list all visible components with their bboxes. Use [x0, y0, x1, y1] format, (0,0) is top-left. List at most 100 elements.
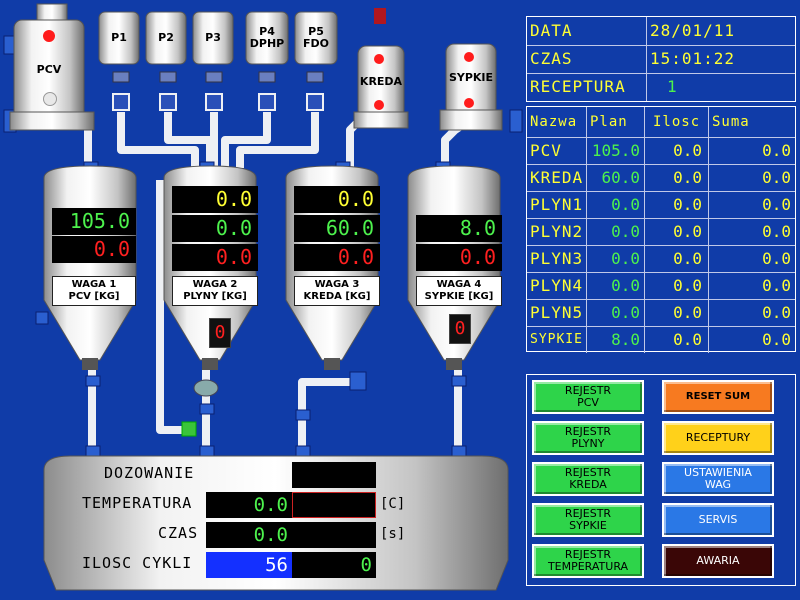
row-ilosc: 0.0: [645, 191, 709, 218]
scale-2-value-top: 0.0: [172, 186, 258, 213]
scale-3-value-top: 0.0: [294, 186, 380, 213]
row-plan: 0.0: [587, 191, 645, 218]
row-ilosc: 0.0: [645, 326, 709, 353]
table-row: SYPKIE 8.0 0.0 0.0: [527, 326, 795, 353]
row-ilosc: 0.0: [645, 137, 709, 164]
awaria-button[interactable]: AWARIA: [662, 544, 774, 578]
table-row: PCV 105.0 0.0 0.0: [527, 137, 795, 165]
czas-setpoint[interactable]: [292, 522, 376, 548]
pcv-level-indicator: [43, 92, 57, 106]
row-name: PCV: [527, 137, 587, 164]
row-ilosc: 0.0: [645, 245, 709, 272]
info-panel: DATA 28/01/11 CZAS 15:01:22 RECEPTURA 1: [526, 16, 796, 102]
row-suma: 0.0: [762, 249, 791, 268]
hopper-pcv-label: PCV: [36, 63, 62, 76]
row-plan: 0.0: [587, 218, 645, 245]
row-suma: 0.0: [762, 303, 791, 322]
table-header: Nazwa Plan Ilosc Suma: [527, 107, 795, 138]
kreda-status-indicator: [374, 54, 384, 64]
row-name: PLYN1: [527, 191, 587, 218]
hopper-p1-label: P1: [111, 31, 127, 44]
recipe-table: Nazwa Plan Ilosc Suma PCV 105.0 0.0 0.0 KRED…: [526, 106, 796, 353]
row-name: PLYN2: [527, 218, 587, 245]
col-header-nazwa: Nazwa: [527, 107, 587, 137]
table-row: PLYN2 0.0 0.0 0.0: [527, 218, 795, 246]
scale-1-weight: 105.0: [52, 208, 136, 235]
hopper-p5-label: P5 FDO: [303, 25, 329, 50]
date-label: DATA: [527, 17, 647, 45]
receptury-button[interactable]: RECEPTURY: [662, 421, 774, 455]
temperatura-unit: [C]: [380, 496, 406, 512]
dozowanie-label: DOZOWANIE: [104, 464, 195, 482]
date-value: 28/01/11: [650, 21, 736, 40]
dozowanie-display: [292, 462, 376, 488]
hopper-p2-label: P2: [158, 31, 174, 44]
time-value: 15:01:22: [650, 49, 736, 68]
scale-1-label: WAGA 1 PCV [KG]: [52, 276, 136, 306]
table-row: PLYN5 0.0 0.0 0.0: [527, 299, 795, 327]
rejestr-sypkie-button[interactable]: REJESTR SYPKIE: [532, 503, 644, 537]
row-plan: 8.0: [587, 326, 645, 353]
scale-4-setpoint: 0.0: [416, 244, 502, 271]
temperatura-label: TEMPERATURA: [82, 494, 193, 512]
row-suma: 0.0: [762, 276, 791, 295]
hopper-p3-label: P3: [205, 31, 221, 44]
time-label: CZAS: [527, 45, 647, 73]
table-row: PLYN4 0.0 0.0 0.0: [527, 272, 795, 300]
row-suma: 0.0: [762, 222, 791, 241]
row-plan: 105.0: [587, 137, 645, 164]
row-name: SYPKIE: [527, 326, 587, 353]
table-row: PLYN3 0.0 0.0 0.0: [527, 245, 795, 273]
row-suma: 0.0: [762, 141, 791, 160]
scale-1-setpoint: 0.0: [52, 236, 136, 263]
czas-label: CZAS: [158, 524, 199, 542]
czas-unit: [s]: [380, 526, 406, 542]
czas-value: 0.0: [206, 522, 292, 548]
row-plan: 60.0: [587, 164, 645, 191]
rejestr-plyny-button[interactable]: REJESTR PLYNY: [532, 421, 644, 455]
scale-3-label: WAGA 3 KREDA [KG]: [294, 276, 380, 306]
hopper-p4-label: P4 DPHP: [249, 25, 285, 50]
row-name: PLYN3: [527, 245, 587, 272]
scale-4-label: WAGA 4 SYPKIE [KG]: [416, 276, 502, 306]
temperatura-value: 0.0: [206, 492, 292, 518]
cykle-label: ILOSC CYKLI: [82, 554, 193, 572]
row-plan: 0.0: [587, 245, 645, 272]
kreda-level-indicator: [374, 100, 384, 110]
hopper-sypkie-label: SYPKIE: [448, 71, 494, 84]
row-suma: 0.0: [762, 330, 791, 349]
row-name: KREDA: [527, 164, 587, 191]
rejestr-temperatura-button[interactable]: REJESTR TEMPERATURA: [532, 544, 644, 578]
table-row: PLYN1 0.0 0.0 0.0: [527, 191, 795, 219]
sypkie-status-indicator: [464, 52, 474, 62]
col-header-ilosc: Ilosc: [645, 107, 709, 137]
scale-2-weight: 0.0: [172, 215, 258, 242]
temperatura-setpoint[interactable]: [292, 492, 376, 518]
row-name: PLYN5: [527, 299, 587, 326]
scale-2-counter: 0: [209, 318, 231, 348]
row-ilosc: 0.0: [645, 164, 709, 191]
recipe-label: RECEPTURA: [527, 73, 647, 101]
row-suma: 0.0: [762, 195, 791, 214]
scale-3-setpoint: 0.0: [294, 244, 380, 271]
row-name: PLYN4: [527, 272, 587, 299]
scale-2-setpoint: 0.0: [172, 244, 258, 271]
hopper-kreda-label: KREDA: [359, 75, 403, 88]
rejestr-pcv-button[interactable]: REJESTR PCV: [532, 380, 644, 414]
ustawienia-wag-button[interactable]: USTAWIENIA WAG: [662, 462, 774, 496]
row-ilosc: 0.0: [645, 299, 709, 326]
scale-4-counter: 0: [449, 314, 471, 344]
reset-sum-button[interactable]: RESET SUM: [662, 380, 774, 414]
table-row: KREDA 60.0 0.0 0.0: [527, 164, 795, 192]
sypkie-level-indicator: [464, 98, 474, 108]
scale-2-label: WAGA 2 PLYNY [KG]: [172, 276, 258, 306]
cykle-value[interactable]: 56: [206, 552, 292, 578]
cykle-counter: 0: [292, 552, 376, 578]
servis-button[interactable]: SERVIS: [662, 503, 774, 537]
row-plan: 0.0: [587, 272, 645, 299]
row-plan: 0.0: [587, 299, 645, 326]
rejestr-kreda-button[interactable]: REJESTR KREDA: [532, 462, 644, 496]
col-header-plan: Plan: [587, 107, 645, 137]
scale-4-weight: 8.0: [416, 215, 502, 242]
recipe-value: 1: [667, 77, 678, 96]
